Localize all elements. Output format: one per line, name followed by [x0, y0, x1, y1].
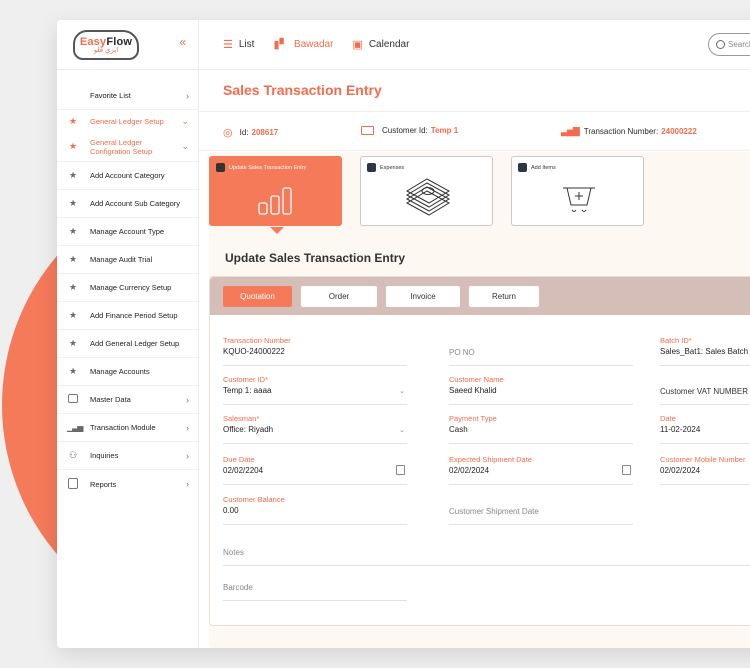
- sidebar-item-add-account-category[interactable]: ★ Add Account Category: [57, 162, 198, 190]
- sidebar-item-master-data[interactable]: Master Data ›: [57, 386, 198, 414]
- list-icon: ☰: [223, 39, 233, 51]
- step-tabs: Quotation Order Invoice Return: [210, 277, 750, 315]
- chevron-down-icon: ⌄: [181, 141, 189, 151]
- customer-vat-field[interactable]: Customer VAT NUMBER: [660, 375, 750, 405]
- sidebar-item-general-ledger-setup[interactable]: ★ General Ledger Setup ⌄: [57, 110, 198, 132]
- tab-list[interactable]: ☰ List: [223, 38, 254, 51]
- app-window: EasyFlow ايزي فلو « Favorite List › ★ Ge…: [57, 20, 750, 648]
- chevron-right-icon: ›: [186, 450, 189, 461]
- cart-add-icon: [518, 163, 527, 172]
- sidebar-item-reports[interactable]: Reports ›: [57, 470, 198, 498]
- money-stack-icon: [405, 178, 451, 216]
- tab-bawadar[interactable]: ▮▘ Bawadar: [273, 38, 333, 51]
- sidebar-item-inquiries[interactable]: ⚇ Inquiries ›: [57, 442, 198, 470]
- calendar-icon[interactable]: [622, 465, 631, 475]
- sidebar-item-transaction-module[interactable]: ▁▃▅ Transaction Module ›: [57, 414, 198, 442]
- transaction-number-field[interactable]: Transaction Number KQUO-24000222: [223, 336, 407, 366]
- transaction-form: Quotation Order Invoice Return Transacti…: [209, 276, 750, 626]
- master-data-icon: [67, 394, 79, 405]
- step-return[interactable]: Return: [469, 285, 539, 307]
- due-date-field[interactable]: Due Date 02/02/2204: [223, 455, 407, 485]
- clipboard-icon: [67, 477, 79, 491]
- main-content: Sales Transaction Entry ◎ Id: 208617 Cus…: [199, 71, 750, 648]
- search-icon: [716, 40, 725, 49]
- star-icon: ★: [68, 254, 78, 264]
- batch-id-field[interactable]: Batch ID* Sales_Bat1: Sales Batch: [660, 336, 750, 366]
- card-pointer: [270, 227, 284, 234]
- star-icon: ★: [68, 198, 78, 208]
- sidebar-item-add-account-sub-category[interactable]: ★ Add Account Sub Category: [57, 190, 198, 218]
- chevron-right-icon: ›: [186, 422, 189, 433]
- sidebar-item-add-finance-period-setup[interactable]: ★ Add Finance Period Setup: [57, 302, 198, 330]
- step-order[interactable]: Order: [301, 285, 377, 307]
- chevron-right-icon: ›: [186, 90, 189, 101]
- po-no-field[interactable]: PO NO: [449, 336, 633, 366]
- notes-field[interactable]: Notes: [223, 536, 750, 566]
- customer-name-field[interactable]: Customer Name Saeed Khalid: [449, 375, 633, 405]
- star-icon: ★: [68, 226, 78, 236]
- info-transaction-number: ▃▅▇ Transaction Number: 24000222: [561, 126, 697, 136]
- collapse-sidebar-icon[interactable]: «: [179, 35, 186, 49]
- page-title: Sales Transaction Entry: [223, 82, 382, 98]
- fingerprint-icon: ◎: [223, 127, 233, 139]
- tab-calendar[interactable]: ▣ Calendar: [352, 38, 409, 51]
- customer-id-select[interactable]: Customer ID* Temp 1: aaaa ⌄: [223, 375, 407, 405]
- expected-shipment-date-field[interactable]: Expected Shipment Date 02/02/2024: [449, 455, 633, 485]
- payment-type-field[interactable]: Payment Type Cash: [449, 414, 633, 444]
- customer-balance-field[interactable]: Customer Balance 0.00: [223, 495, 407, 525]
- sidebar-item-manage-accounts[interactable]: ★ Manage Accounts: [57, 358, 198, 386]
- star-icon: ★: [68, 115, 78, 126]
- sidebar: EasyFlow ايزي فلو « Favorite List › ★ Ge…: [57, 20, 199, 648]
- star-icon: ★: [68, 338, 78, 348]
- chevron-right-icon: ›: [186, 394, 189, 405]
- sidebar-item-manage-account-type[interactable]: ★ Manage Account Type: [57, 218, 198, 246]
- sidebar-item-add-general-ledger-setup[interactable]: ★ Add General Ledger Setup: [57, 330, 198, 358]
- bar-chart-icon: ▃▅▇: [561, 126, 580, 136]
- kanban-icon: ▮▘: [273, 39, 288, 51]
- sidebar-nav: Favorite List › ★ General Ledger Setup ⌄…: [57, 70, 198, 498]
- card-add-items[interactable]: Add Items: [511, 156, 644, 226]
- sidebar-item-general-ledger-config[interactable]: ★ General Ledger Configration Setup ⌄: [57, 132, 198, 162]
- money-stack-icon: [367, 163, 376, 172]
- star-icon: ★: [68, 170, 78, 180]
- bar-chart-icon: [216, 163, 225, 172]
- topbar: ☰ List ▮▘ Bawadar ▣ Calendar Search: [199, 20, 750, 70]
- card-update-sales-transaction[interactable]: Update Sales Transaction Entry: [209, 156, 342, 234]
- chevron-down-icon: ⌄: [399, 427, 405, 434]
- star-icon: ★: [68, 141, 78, 151]
- logo: EasyFlow ايزي فلو «: [57, 20, 198, 70]
- chevron-down-icon: ⌄: [181, 115, 189, 126]
- calendar-icon: ▣: [352, 39, 363, 51]
- cart-add-icon: [563, 187, 595, 212]
- chevron-right-icon: ›: [186, 479, 189, 489]
- bar-chart-icon: ▁▃▅: [67, 423, 83, 432]
- bar-chart-outline-icon: [258, 187, 292, 215]
- customer-shipment-date-field[interactable]: Customer Shipment Date: [449, 495, 633, 525]
- step-quotation[interactable]: Quotation: [223, 285, 292, 307]
- customer-mobile-field[interactable]: Customer Mobile Number 02/02/2024: [660, 455, 750, 485]
- calendar-icon[interactable]: [396, 465, 405, 475]
- sidebar-item-favorite-list[interactable]: Favorite List ›: [57, 82, 198, 110]
- info-id: ◎ Id: 208617: [223, 127, 279, 139]
- chevron-down-icon: ⌄: [399, 388, 405, 395]
- cloud-logo-icon: EasyFlow ايزي فلو: [73, 29, 139, 60]
- sidebar-item-manage-currency-setup[interactable]: ★ Manage Currency Setup: [57, 274, 198, 302]
- star-icon: ★: [68, 310, 78, 320]
- barcode-field[interactable]: Barcode: [223, 571, 407, 601]
- info-customer-id: Customer Id: Temp 1: [361, 126, 458, 135]
- sidebar-item-manage-audit-trial[interactable]: ★ Manage Audit Trial: [57, 246, 198, 274]
- section-title: Update Sales Transaction Entry: [225, 251, 406, 265]
- star-icon: ★: [68, 366, 78, 376]
- id-card-icon: [361, 126, 374, 135]
- search-input[interactable]: Search: [708, 33, 750, 56]
- card-expenses[interactable]: Expenses: [360, 156, 493, 226]
- step-invoice[interactable]: Invoice: [386, 285, 460, 307]
- entry-panel: Update Sales Transaction Entry Expenses: [209, 152, 750, 648]
- users-icon: ⚇: [68, 450, 78, 460]
- star-icon: ★: [68, 282, 78, 292]
- info-bar: ◎ Id: 208617 Customer Id: Temp 1 ▃▅▇ Tra…: [199, 111, 750, 151]
- salesman-select[interactable]: Salesman* Office: Riyadh ⌄: [223, 414, 407, 444]
- date-field[interactable]: Date 11-02-2024: [660, 414, 750, 444]
